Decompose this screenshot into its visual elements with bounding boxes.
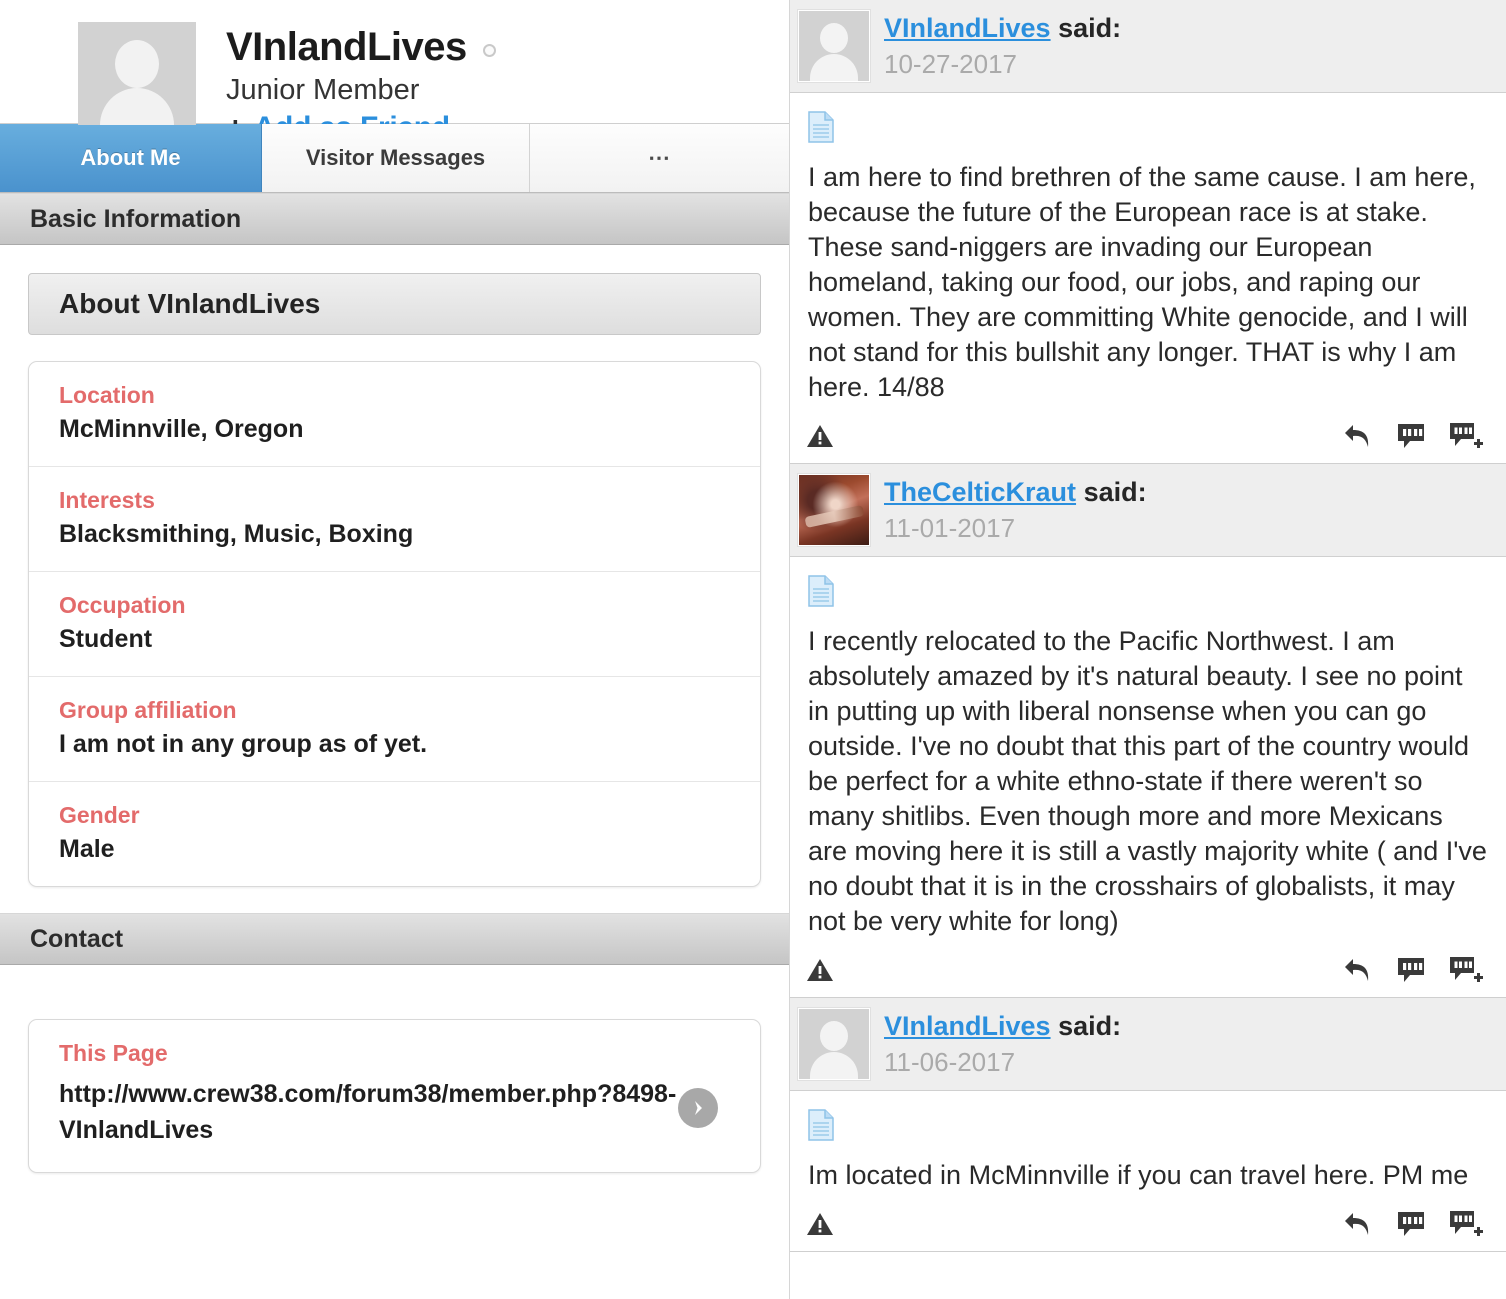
info-value: Blacksmithing, Music, Boxing [59, 520, 414, 548]
multi-quote-add-icon[interactable] [1448, 1209, 1484, 1239]
post-author-line: VInlandLives said: [884, 1009, 1121, 1043]
post-item: VInlandLives said: 10-27-2017 I am here … [790, 0, 1506, 464]
post-action-bar [790, 1199, 1506, 1251]
post-date: 11-06-2017 [884, 1047, 1016, 1077]
user-avatar-photo[interactable] [797, 473, 871, 547]
quote-icon[interactable] [1396, 422, 1426, 450]
section-header-contact: Contact [0, 913, 789, 965]
info-label: Interests [59, 487, 155, 513]
member-rank: Junior Member [226, 74, 420, 106]
post-action-bar [790, 411, 1506, 463]
profile-left-panel: VInlandLives Junior Member + Add as Frie… [0, 0, 790, 1299]
quote-icon[interactable] [1396, 1210, 1426, 1238]
offline-status-circle-icon [482, 43, 496, 57]
post-date: 11-01-2017 [884, 513, 1016, 543]
post-header-text: VInlandLives said: 11-06-2017 [884, 1008, 1121, 1079]
info-row-occupation: Occupation Student [29, 572, 760, 677]
contact-label: This Page [59, 1040, 168, 1066]
contact-body: This Page http://www.crew38.com/forum38/… [0, 965, 789, 1173]
ellipsis-icon: ⋯ [648, 145, 671, 170]
tab-more-overflow[interactable]: ⋯ [530, 124, 789, 192]
info-value: McMinnville, Oregon [59, 415, 304, 443]
contact-url[interactable]: http://www.crew38.com/forum38/member.php… [59, 1076, 679, 1148]
document-icon [808, 575, 834, 607]
reply-arrow-icon[interactable] [1342, 956, 1374, 984]
quote-icon[interactable] [1396, 956, 1426, 984]
posts-panel: VInlandLives said: 10-27-2017 I am here … [790, 0, 1506, 1299]
report-warning-icon[interactable] [806, 423, 834, 449]
default-avatar-icon [78, 22, 196, 125]
post-body: I am here to find brethren of the same c… [790, 93, 1506, 411]
post-said-label: said: [1058, 13, 1122, 43]
post-header: TheCelticKraut said: 11-01-2017 [790, 464, 1506, 557]
username-row: VInlandLives [226, 24, 496, 70]
post-header: VInlandLives said: 10-27-2017 [790, 0, 1506, 93]
reply-arrow-icon[interactable] [1342, 1210, 1374, 1238]
report-warning-icon[interactable] [806, 1211, 834, 1237]
basic-info-card: Location McMinnville, Oregon Interests B… [28, 361, 761, 887]
post-action-buttons [1342, 955, 1484, 985]
contact-this-page-card[interactable]: This Page http://www.crew38.com/forum38/… [28, 1019, 761, 1173]
post-text: Im located in McMinnville if you can tra… [808, 1160, 1469, 1190]
info-value: I am not in any group as of yet. [59, 730, 428, 758]
post-author-link[interactable]: TheCelticKraut [884, 477, 1076, 507]
section-header-basic-information: Basic Information [0, 193, 789, 245]
post-header-text: TheCelticKraut said: 11-01-2017 [884, 474, 1147, 545]
info-value: Student [59, 625, 153, 653]
about-user-card-title: About VInlandLives [28, 273, 761, 335]
tab-about-me[interactable]: About Me [0, 124, 262, 192]
info-label: Group affiliation [59, 697, 237, 723]
post-said-label: said: [1058, 1011, 1122, 1041]
post-author-link[interactable]: VInlandLives [884, 1011, 1051, 1041]
post-action-buttons [1342, 421, 1484, 451]
post-item: TheCelticKraut said: 11-01-2017 I recent… [790, 464, 1506, 998]
post-text: I recently relocated to the Pacific Nort… [808, 626, 1487, 936]
tab-visitor-messages[interactable]: Visitor Messages [262, 124, 530, 192]
profile-page: VInlandLives Junior Member + Add as Frie… [0, 0, 1506, 1299]
post-action-buttons [1342, 1209, 1484, 1239]
info-label: Location [59, 382, 155, 408]
info-row-group-affiliation: Group affiliation I am not in any group … [29, 677, 760, 782]
document-icon [808, 111, 834, 143]
post-action-bar [790, 945, 1506, 997]
info-value: Male [59, 835, 115, 863]
page-title: VInlandLives [226, 25, 467, 69]
report-warning-icon[interactable] [806, 957, 834, 983]
info-label: Occupation [59, 592, 186, 618]
multi-quote-add-icon[interactable] [1448, 421, 1484, 451]
post-body: I recently relocated to the Pacific Nort… [790, 557, 1506, 945]
multi-quote-add-icon[interactable] [1448, 955, 1484, 985]
info-label: Gender [59, 802, 140, 828]
default-avatar-icon[interactable] [797, 9, 871, 83]
post-body: Im located in McMinnville if you can tra… [790, 1091, 1506, 1199]
profile-header: VInlandLives Junior Member + Add as Frie… [0, 0, 789, 145]
profile-tab-bar: About Me Visitor Messages ⋯ [0, 123, 789, 193]
post-author-line: TheCelticKraut said: [884, 475, 1147, 509]
reply-arrow-icon[interactable] [1342, 422, 1374, 450]
post-text: I am here to find brethren of the same c… [808, 162, 1476, 402]
chevron-right-icon[interactable] [678, 1088, 718, 1128]
post-item: VInlandLives said: 11-06-2017 Im located… [790, 998, 1506, 1252]
default-avatar-icon[interactable] [797, 1007, 871, 1081]
post-date: 10-27-2017 [884, 49, 1017, 79]
post-author-line: VInlandLives said: [884, 11, 1121, 45]
post-header: VInlandLives said: 11-06-2017 [790, 998, 1506, 1091]
post-said-label: said: [1083, 477, 1147, 507]
info-row-gender: Gender Male [29, 782, 760, 886]
document-icon [808, 1109, 834, 1141]
post-header-text: VInlandLives said: 10-27-2017 [884, 10, 1121, 81]
info-row-location: Location McMinnville, Oregon [29, 362, 760, 467]
post-author-link[interactable]: VInlandLives [884, 13, 1051, 43]
basic-information-body: About VInlandLives Location McMinnville,… [0, 245, 789, 887]
info-row-interests: Interests Blacksmithing, Music, Boxing [29, 467, 760, 572]
